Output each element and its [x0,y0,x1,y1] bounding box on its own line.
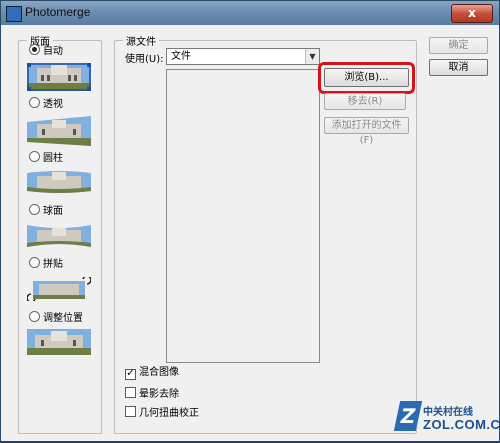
radio-label: 圆柱 [43,153,63,164]
panorama-spherical-thumbnail-icon [27,223,91,249]
cancel-button[interactable]: 取消 [429,59,488,76]
checkbox-indicator[interactable] [125,406,136,417]
browse-highlight-box [318,62,415,94]
radio-indicator[interactable] [29,204,40,215]
radio-indicator[interactable] [29,151,40,162]
radio-indicator[interactable] [29,97,40,108]
radio-auto[interactable]: 自动 [29,44,63,58]
radio-label: 调整位置 [43,313,83,324]
radio-spherical[interactable]: 球面 [29,204,63,218]
radio-reposition[interactable]: 调整位置 [29,311,83,325]
checkbox-label: 几何扭曲校正 [139,408,199,419]
checkbox-label: 晕影去除 [139,389,179,400]
geometric-distortion-checkbox[interactable]: 几何扭曲校正 [125,406,199,420]
zol-watermark-logo: Z 中关村在线 ZOL.COM.CN [393,399,500,443]
checkbox-indicator[interactable] [125,387,136,398]
file-list[interactable] [166,69,320,363]
window-title: Photomerge [25,5,91,19]
close-button[interactable]: x [451,4,493,23]
radio-indicator[interactable] [29,44,40,55]
radio-indicator[interactable] [29,257,40,268]
radio-collage[interactable]: 拼贴 [29,257,63,271]
chevron-down-icon[interactable]: ▼ [305,49,319,64]
use-label: 使用(U): [125,54,164,65]
add-open-files-button[interactable]: 添加打开的文件(F) [324,117,409,146]
watermark-cn-text: 中关村在线 [423,407,473,418]
watermark-en-text: ZOL.COM.CN [423,417,500,432]
radio-label: 透视 [43,99,63,110]
vignette-removal-checkbox[interactable]: 晕影去除 [125,387,179,401]
radio-perspective[interactable]: 透视 [29,97,63,111]
remove-button[interactable]: 移去(R) [324,93,406,110]
radio-label: 球面 [43,206,63,217]
ok-button[interactable]: 确定 [429,37,488,54]
radio-cylindrical[interactable]: 圆柱 [29,151,63,165]
use-dropdown-value: 文件 [171,51,191,62]
zol-logo-mark: Z [393,401,423,431]
panorama-cylindrical-thumbnail-icon [27,169,91,195]
radio-indicator[interactable] [29,311,40,322]
radio-label: 自动 [43,46,63,57]
title-bar: Photomerge x [1,1,499,25]
radio-label: 拼贴 [43,259,63,270]
source-group-title: 源文件 [123,33,159,48]
panorama-perspective-thumbnail-icon [27,116,91,146]
panorama-auto-thumbnail-icon [27,63,91,91]
photomerge-dialog: Photomerge x 版面 自动 透视 圆柱 球面 拼贴 调整位置 源文件 … [0,0,500,442]
app-icon [6,6,22,22]
checkbox-indicator[interactable]: ✓ [125,369,136,380]
panorama-collage-thumbnail-icon [27,277,91,301]
checkbox-label: 混合图像 [139,367,179,378]
blend-images-checkbox[interactable]: ✓ 混合图像 [125,366,179,380]
use-dropdown[interactable]: 文件 ▼ [166,48,320,65]
panorama-reposition-thumbnail-icon [27,329,91,355]
